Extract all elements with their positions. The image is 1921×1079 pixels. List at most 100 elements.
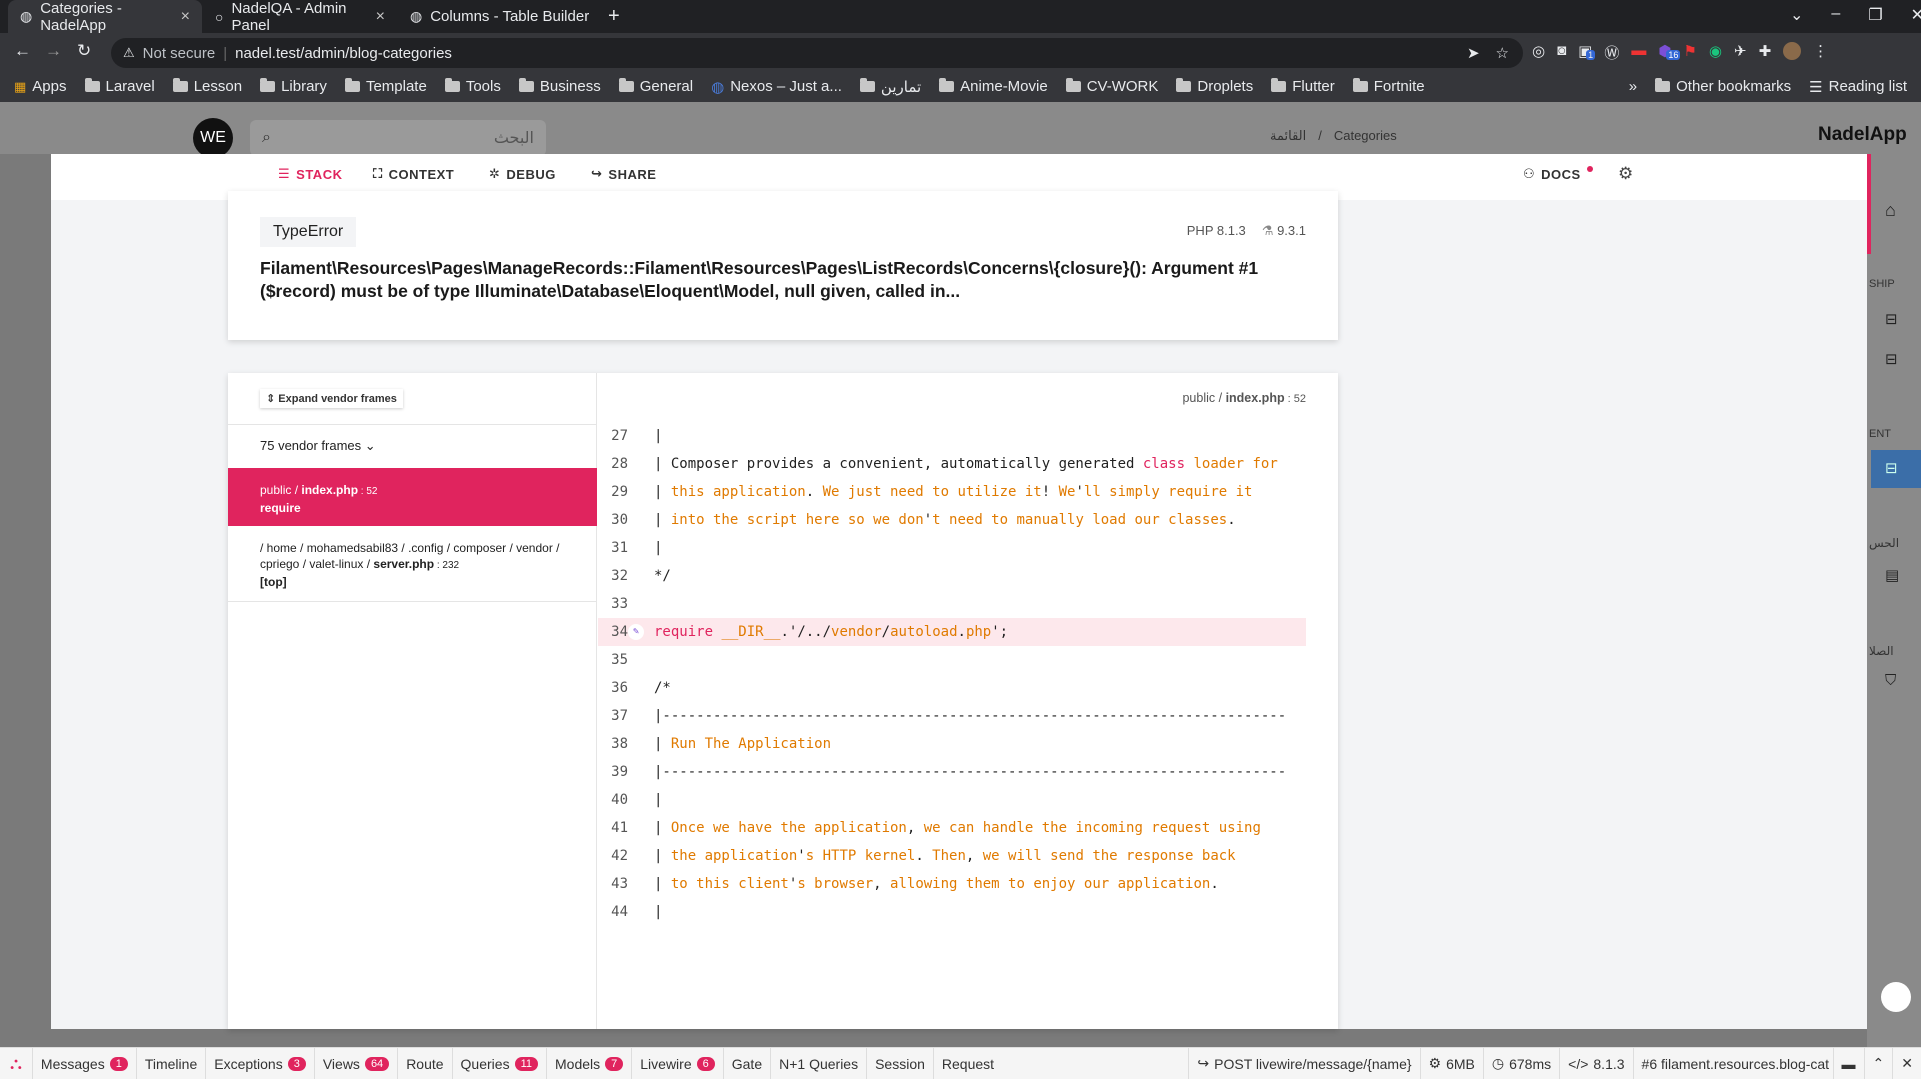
browser-tab-active[interactable]: ◍ Categories - NadelApp × [8,0,202,34]
debugbar-close-icon[interactable]: ✕ [1893,1048,1921,1079]
address-bar[interactable]: ⚠ Not secure | nadel.test/admin/blog-cat… [111,38,1523,68]
close-tab-icon[interactable]: × [181,8,190,26]
puzzle-icon[interactable]: ✚ [1759,42,1772,63]
bookmark-folder[interactable]: General [610,78,702,95]
bookmark-folder[interactable]: Droplets [1167,78,1262,95]
extension-icon[interactable]: ▬ [1631,42,1646,63]
settings-icon[interactable]: ⚙ [1618,164,1633,184]
camera-icon[interactable]: ◙ [1557,42,1566,63]
tab-search-icon[interactable]: ⌄ [1790,5,1803,25]
debugbar-logo[interactable]: ⛬ [0,1047,33,1079]
debugbar-tab[interactable]: Exceptions 3 [206,1047,315,1079]
bookmark-folder[interactable]: CV-WORK [1057,78,1168,95]
code-line: 39 |-------------------------------------… [611,764,1287,780]
reading-list[interactable]: ☰ Reading list [1800,78,1921,96]
extension-icon[interactable]: ◉ [1709,42,1722,63]
sidebar-group-label: SHIP [1869,278,1895,290]
debugbar-tab[interactable]: Gate [724,1047,772,1079]
breadcrumb-item[interactable]: Categories [1334,128,1397,144]
tab-debug[interactable]: ✲ DEBUG [489,166,556,182]
sidebar-group-label: الحس [1869,536,1900,550]
debugbar-tab[interactable]: Session [867,1047,934,1079]
debugbar-open-icon[interactable]: ▬ [1834,1047,1865,1079]
clickup-icon[interactable] [1881,982,1911,1012]
tab-context[interactable]: ⛶ CONTEXT [373,166,454,182]
tab-share[interactable]: ↪ SHARE [591,166,656,182]
bookmark-folder[interactable]: Lesson [164,78,251,95]
profile-avatar[interactable] [1783,42,1802,60]
extension-icon[interactable]: ⬢ 16 [1658,42,1681,63]
sidebar-item-active[interactable]: ⊟ [1871,450,1921,488]
extension-icon[interactable]: ✈ [1734,42,1747,63]
lock-icon[interactable]: ⊟ [1885,310,1898,328]
folder-icon [444,78,460,92]
bookmark-folder[interactable]: Anime-Movie [930,78,1057,95]
star-icon[interactable]: ☆ [1496,44,1509,62]
debugbar-tab[interactable]: Views 64 [315,1047,399,1079]
bookmark-folder[interactable]: تمارين [851,78,930,96]
tab-stack[interactable]: ☰ STACK [278,166,342,182]
bookmark-folder[interactable]: Fortnite [1344,78,1434,95]
exception-type-badge: TypeError [260,217,357,247]
avatar[interactable]: WE [193,118,233,158]
other-bookmarks[interactable]: Other bookmarks [1646,78,1800,95]
vendor-frames-toggle[interactable]: 75 vendor frames ⌄ [260,438,376,454]
stack-frame[interactable]: / home / mohamedsabil83 / .config / comp… [228,526,597,602]
debugbar-maximize-icon[interactable]: ⌃ [1865,1047,1894,1079]
folder-icon [344,78,360,92]
url-text[interactable]: nadel.test/admin/blog-categories [235,45,452,62]
bookmark-folder[interactable]: Laravel [76,78,164,95]
edit-pencil-icon[interactable]: ✎ [628,624,644,640]
debugbar-tab[interactable]: Livewire 6 [632,1047,724,1079]
bookmark-apps[interactable]: ▦ Apps [0,78,76,95]
brand-logo[interactable]: NadelApp [1818,124,1907,146]
minimize-icon[interactable]: – [1831,5,1840,25]
browser-tab[interactable]: ○ NadelQA - Admin Panel × [203,0,397,34]
folder-icon [260,78,276,92]
bookmark-folder[interactable]: Tools [436,78,510,95]
shield-icon[interactable]: ⛉ [1885,672,1896,689]
lock-icon[interactable]: ⊟ [1885,350,1898,368]
send-icon[interactable]: ➤ [1467,44,1480,62]
file-path[interactable]: public / index.php : 52 [1182,391,1306,405]
restore-icon[interactable]: ❐ [1868,5,1882,25]
debugbar-tab[interactable]: Queries 11 [453,1047,547,1079]
folder-icon [1655,78,1671,92]
home-icon[interactable]: ⌂ [1885,200,1896,221]
debugbar-tab[interactable]: Messages 1 [33,1047,137,1079]
bookmark-link[interactable]: ◍ Nexos – Just a... [702,78,851,96]
extension-icon[interactable]: ▣1 [1578,42,1596,63]
debugbar-request-select[interactable]: #6 filament.resources.blog-cat [1634,1047,1834,1079]
search-input[interactable]: ⌕ البحث [250,120,546,156]
php-version: PHP 8.1.3 [1186,223,1246,238]
bookmarks-more[interactable]: » [1620,78,1646,95]
bookmark-folder[interactable]: Template [336,78,436,95]
docs-link[interactable]: ⚇ DOCS [1523,166,1593,182]
document-icon[interactable]: ▤ [1885,566,1899,584]
debugbar-tab[interactable]: Request [934,1048,1002,1079]
extension-icon[interactable]: ◎ [1532,42,1545,63]
stack-frame-active[interactable]: public / index.php : 52 require [228,468,597,526]
bookmark-folder[interactable]: Flutter [1262,78,1344,95]
laravel-version: ⚗ 9.3.1 [1261,223,1306,238]
debugbar-tab[interactable]: Route [398,1047,453,1079]
bookmark-folder[interactable]: Business [510,78,610,95]
close-window-icon[interactable]: ✕ [1911,5,1921,25]
bookmark-folder[interactable]: Library [251,78,336,95]
breadcrumb-item[interactable]: القائمة [1270,128,1306,144]
reload-icon[interactable]: ↻ [77,41,91,61]
debugbar-tab[interactable]: Models 7 [547,1047,633,1079]
forward-icon[interactable]: → [45,41,62,61]
back-icon[interactable]: ← [14,41,31,61]
divider [228,424,597,425]
extension-icon[interactable]: Ⓦ [1604,42,1619,63]
stack-card: ⇕ Expand vendor frames 75 vendor frames … [228,373,1338,1029]
extension-icon[interactable]: ⚑ [1683,42,1696,63]
menu-icon[interactable]: ⋮ [1813,42,1828,63]
debugbar-tab[interactable]: Timeline [137,1047,207,1079]
expand-vendor-button[interactable]: ⇕ Expand vendor frames [260,389,403,408]
new-tab-button[interactable]: + [596,0,632,33]
browser-tab[interactable]: ◍ Columns - Table Builder - F [398,0,592,33]
debugbar-tab[interactable]: N+1 Queries [771,1047,868,1079]
close-tab-icon[interactable]: × [376,8,385,26]
